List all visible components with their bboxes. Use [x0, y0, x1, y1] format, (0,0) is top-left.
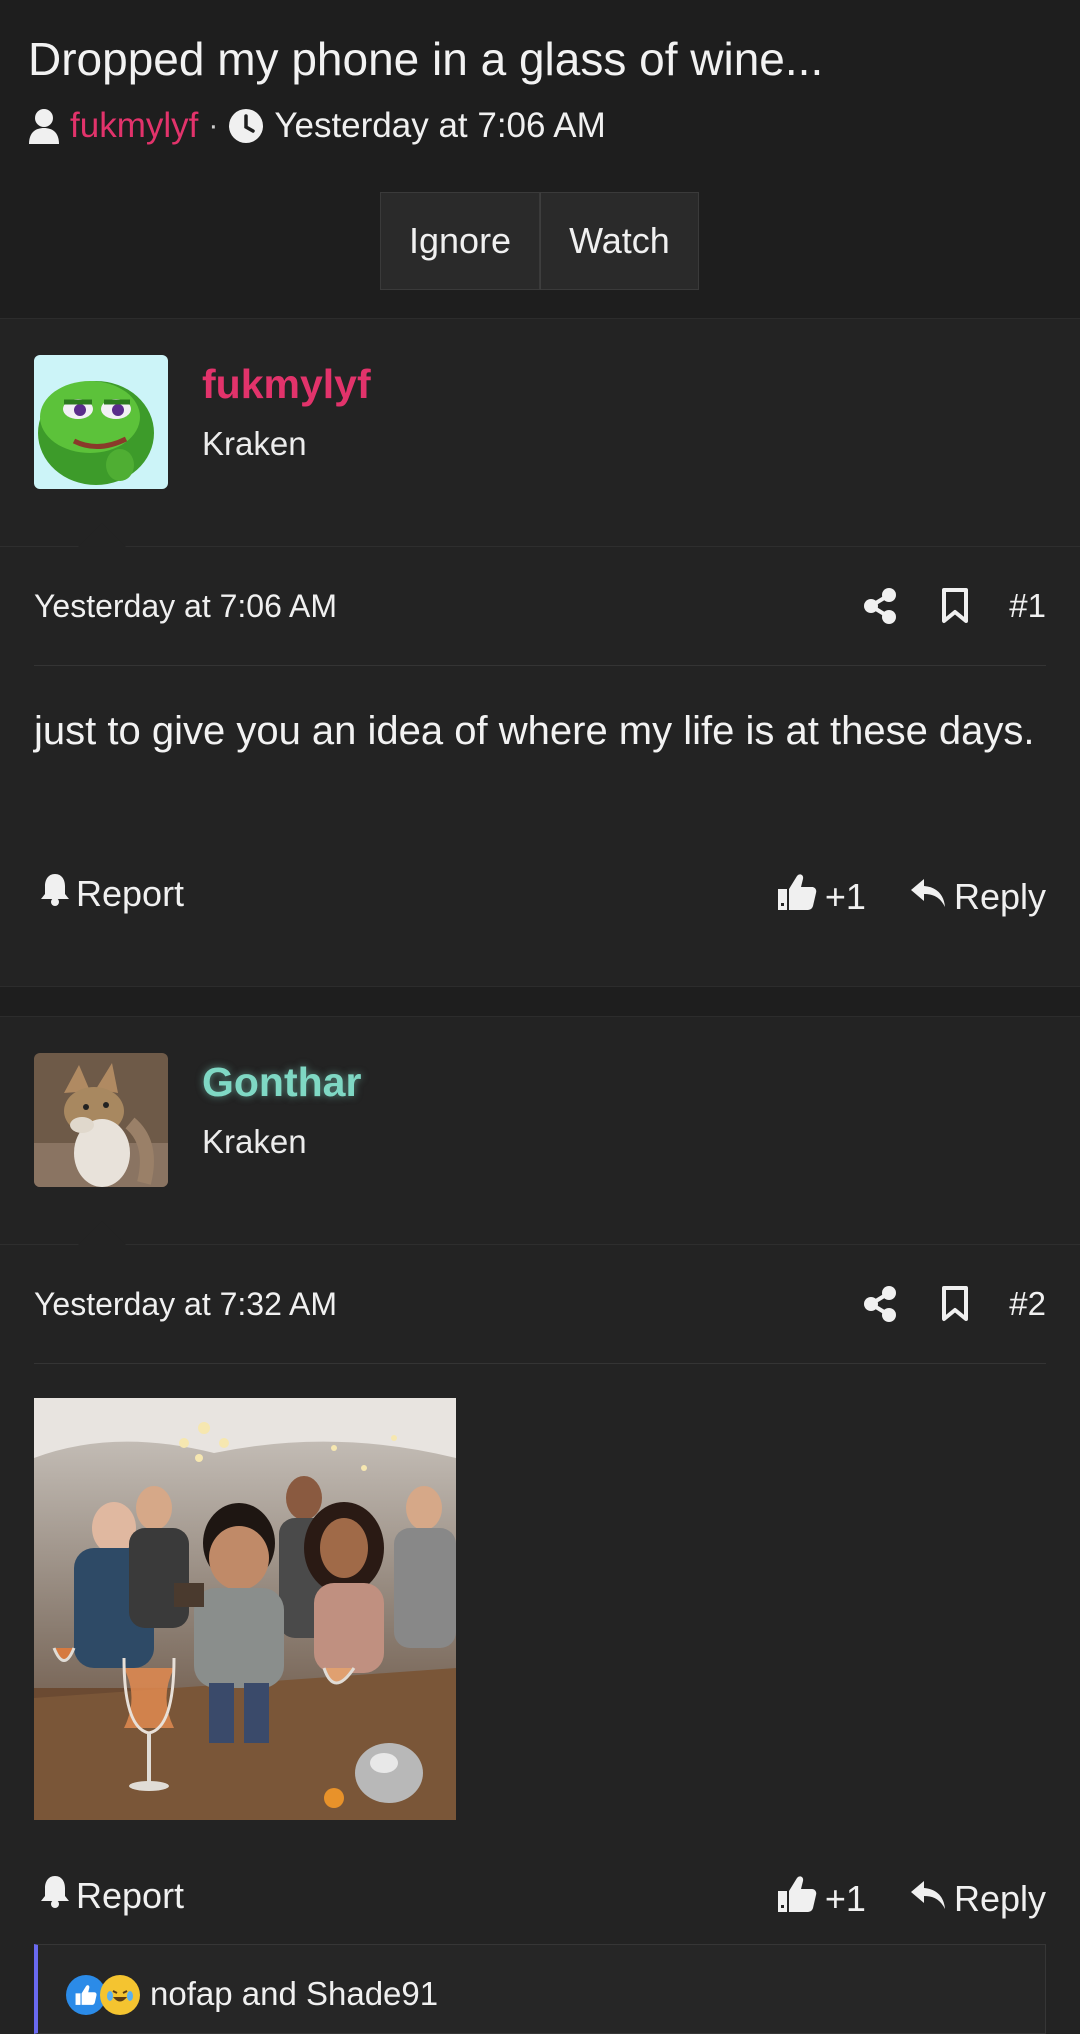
like-button[interactable]: +1	[777, 872, 866, 921]
post-footer: Report +1 Reply	[0, 844, 1080, 956]
reactions-bar[interactable]: nofap and Shade91	[34, 1944, 1046, 2034]
reply-icon	[910, 1878, 946, 1920]
laugh-cry-reaction-icon	[100, 1975, 140, 2015]
thread-author-link[interactable]: fukmylyf	[70, 106, 198, 146]
reply-icon	[910, 876, 946, 918]
report-label: Report	[76, 1874, 185, 1916]
report-button[interactable]: Report	[40, 1874, 184, 1917]
post-number[interactable]: #1	[1009, 587, 1046, 625]
bell-icon	[40, 872, 70, 915]
post-date[interactable]: Yesterday at 7:06 AM	[34, 588, 337, 625]
post-user-block: Gonthar Kraken	[0, 1016, 1080, 1245]
avatar[interactable]	[34, 1053, 168, 1187]
post-separator	[0, 986, 1080, 1016]
user-block-arrow	[78, 1221, 126, 1245]
share-icon[interactable]	[863, 588, 897, 624]
post-body: just to give you an idea of where my lif…	[34, 709, 1035, 753]
user-title: Kraken	[202, 425, 307, 462]
post-body	[0, 1364, 1080, 1836]
post-header-actions: #1	[819, 547, 1046, 665]
post-footer: Report +1 Reply	[0, 1836, 1080, 1936]
report-label: Report	[76, 872, 185, 914]
user-icon	[28, 108, 60, 144]
like-count: +1	[824, 875, 866, 917]
post-header: Yesterday at 7:06 AM #1	[0, 547, 1080, 665]
like-button[interactable]: +1	[777, 1874, 866, 1923]
reply-label: Reply	[953, 1877, 1046, 1919]
post-header: Yesterday at 7:32 AM #2	[0, 1245, 1080, 1363]
reply-label: Reply	[953, 875, 1046, 917]
ignore-button[interactable]: Ignore	[380, 192, 541, 290]
post-username[interactable]: Gonthar	[202, 1059, 361, 1106]
bookmark-icon[interactable]	[941, 588, 969, 624]
post-image[interactable]	[34, 1398, 456, 1820]
post-header-actions: #2	[819, 1245, 1046, 1363]
reply-button[interactable]: Reply	[910, 1878, 1046, 1920]
report-button[interactable]: Report	[40, 872, 184, 915]
user-block-arrow	[78, 523, 126, 547]
post-reactions-actions: +1 Reply	[777, 1874, 1046, 1923]
thread-time[interactable]: Yesterday at 7:06 AM	[274, 106, 605, 146]
like-count: +1	[824, 1877, 866, 1919]
thumbs-up-icon	[777, 1874, 817, 1923]
reply-button[interactable]: Reply	[910, 876, 1046, 918]
bookmark-icon[interactable]	[941, 1286, 969, 1322]
post-user-block: fukmylyf Kraken	[0, 318, 1080, 547]
avatar[interactable]	[34, 355, 168, 489]
post-username[interactable]: fukmylyf	[202, 361, 371, 408]
thread-title: Dropped my phone in a glass of wine...	[28, 33, 824, 85]
user-title: Kraken	[202, 1123, 307, 1160]
post-date[interactable]: Yesterday at 7:32 AM	[34, 1286, 337, 1323]
post-1: fukmylyf Kraken Yesterday at 7:06 AM #1 …	[0, 318, 1080, 986]
share-icon[interactable]	[863, 1286, 897, 1322]
reaction-icons	[66, 1975, 140, 2015]
thread-header: Dropped my phone in a glass of wine... f…	[0, 0, 1080, 318]
reactions-text[interactable]: nofap and Shade91	[150, 1975, 438, 2013]
post-number[interactable]: #2	[1009, 1285, 1046, 1323]
thumbs-up-icon	[777, 872, 817, 921]
bell-icon	[40, 1874, 70, 1917]
meta-separator: ·	[208, 109, 219, 142]
thread-actions: Ignore Watch	[380, 192, 699, 290]
watch-button[interactable]: Watch	[540, 192, 699, 290]
thread-meta: fukmylyf · Yesterday at 7:06 AM	[28, 102, 1052, 150]
post-2: Gonthar Kraken Yesterday at 7:32 AM #2 R…	[0, 1016, 1080, 2034]
post-reactions-actions: +1 Reply	[777, 872, 1046, 921]
clock-icon	[228, 108, 264, 144]
